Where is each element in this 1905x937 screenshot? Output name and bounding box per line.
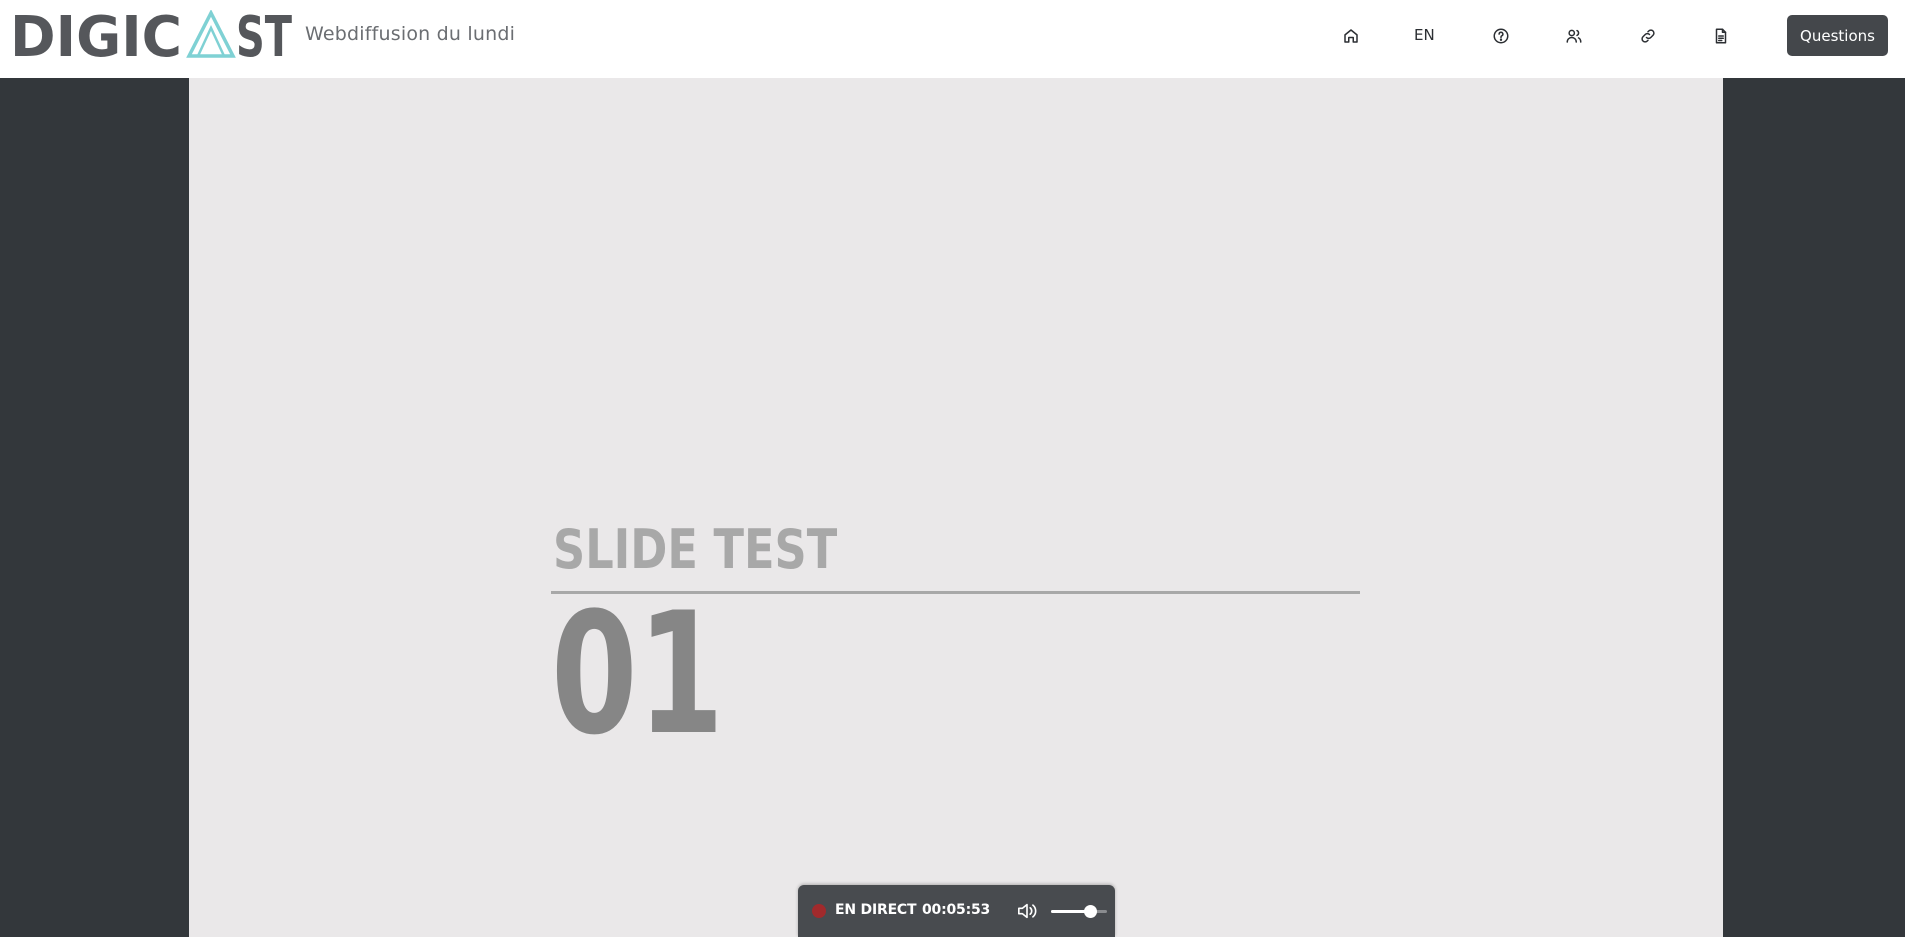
document-icon[interactable]	[1708, 23, 1734, 49]
slide-stage: SLIDE TEST 01	[189, 78, 1723, 937]
event-title: Webdiffusion du lundi	[305, 23, 516, 45]
live-indicator	[812, 904, 826, 918]
live-label: EN DIRECT	[835, 902, 917, 918]
link-icon[interactable]	[1635, 23, 1661, 49]
player-controls: EN DIRECT 00:05:53	[798, 885, 1115, 937]
language-switch[interactable]: EN	[1414, 26, 1435, 44]
volume-slider[interactable]	[1051, 905, 1107, 918]
questions-button[interactable]: Questions	[1787, 15, 1888, 56]
help-icon[interactable]	[1488, 23, 1514, 49]
elapsed-time: 00:05:53	[922, 902, 991, 918]
volume-icon[interactable]	[1016, 901, 1038, 921]
slide-title: SLIDE TEST	[553, 518, 838, 581]
slide-number: 01	[551, 576, 725, 772]
top-bar: DIGIC ST Webdiffusion du lundi EN Questi…	[0, 0, 1905, 78]
svg-text:DIGIC: DIGIC	[10, 10, 182, 60]
digicast-logo[interactable]: DIGIC ST	[10, 10, 292, 60]
logo-a-mark	[186, 10, 236, 58]
volume-handle[interactable]	[1084, 905, 1098, 918]
home-icon[interactable]	[1338, 23, 1364, 49]
users-icon[interactable]	[1561, 23, 1587, 49]
svg-text:ST: ST	[236, 10, 292, 60]
